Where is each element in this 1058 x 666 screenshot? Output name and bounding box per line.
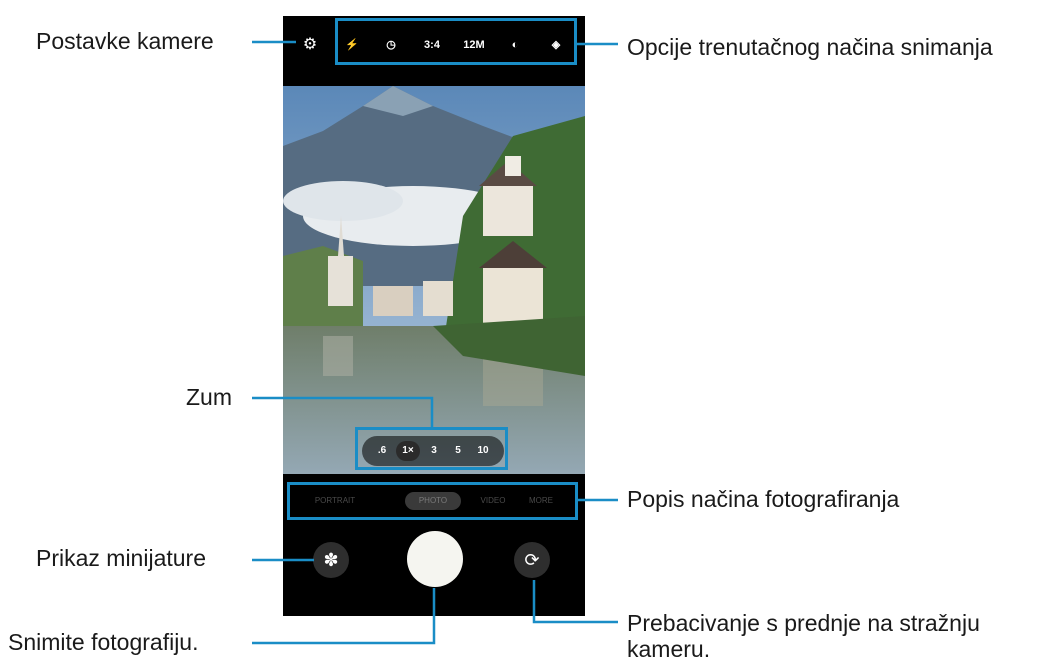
callout-lines [252,40,618,645]
